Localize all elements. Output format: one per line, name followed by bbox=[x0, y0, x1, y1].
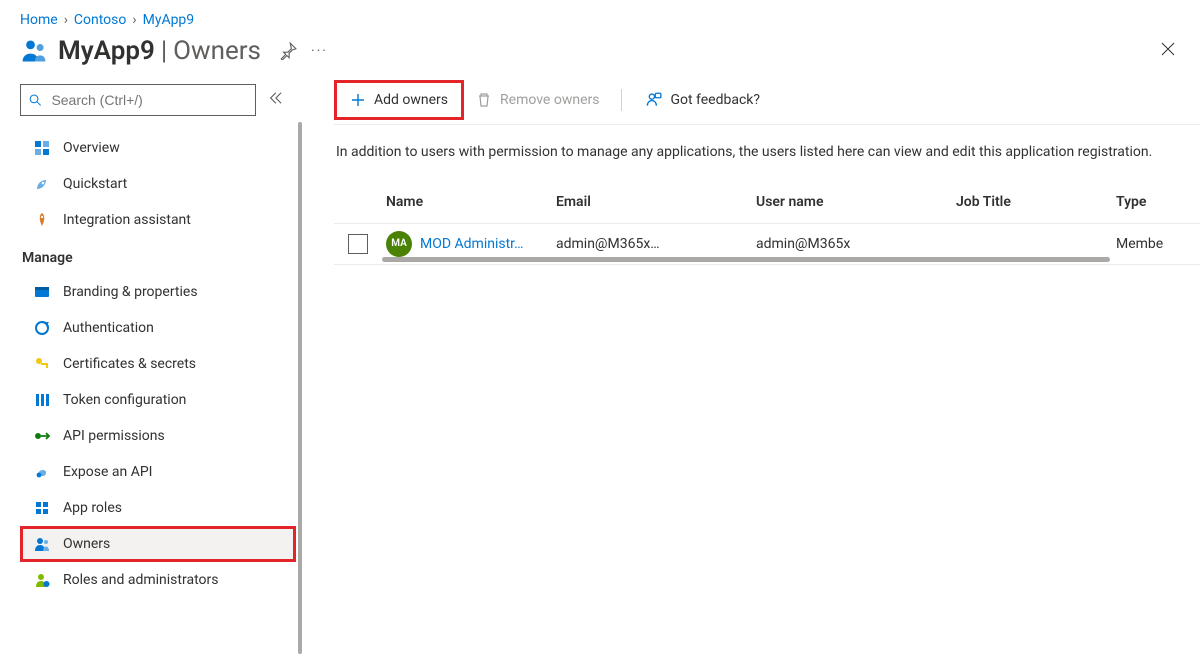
search-icon bbox=[29, 93, 41, 107]
chevron-right-icon: › bbox=[64, 12, 68, 28]
rocket-icon bbox=[33, 211, 51, 229]
sidebar: Overview Quickstart Integration assistan… bbox=[0, 76, 302, 654]
sidebar-item-integration[interactable]: Integration assistant bbox=[20, 202, 296, 238]
page-subtitle: Owners bbox=[173, 36, 261, 66]
sidebar-item-label: Certificates & secrets bbox=[63, 356, 196, 372]
row-checkbox[interactable] bbox=[348, 234, 368, 254]
horizontal-scrollbar[interactable] bbox=[382, 257, 1110, 262]
app-roles-icon bbox=[33, 499, 51, 517]
breadcrumb-app[interactable]: MyApp9 bbox=[143, 12, 195, 28]
sidebar-item-label: Branding & properties bbox=[63, 284, 198, 300]
collapse-sidebar-button[interactable] bbox=[268, 91, 282, 109]
sidebar-item-label: Authentication bbox=[63, 320, 154, 336]
owners-header-icon bbox=[20, 37, 48, 65]
more-icon[interactable]: ··· bbox=[311, 43, 328, 59]
overview-icon bbox=[33, 139, 51, 157]
sidebar-item-label: App roles bbox=[63, 500, 122, 516]
toolbar-separator bbox=[621, 89, 622, 111]
sidebar-item-label: Integration assistant bbox=[63, 212, 191, 228]
sidebar-item-label: Token configuration bbox=[63, 392, 186, 408]
sidebar-item-expose-api[interactable]: Expose an API bbox=[20, 454, 296, 490]
sidebar-item-overview[interactable]: Overview bbox=[20, 130, 296, 166]
owners-icon bbox=[33, 535, 51, 553]
roles-icon bbox=[33, 571, 51, 589]
sidebar-item-owners[interactable]: Owners bbox=[20, 526, 296, 562]
owner-name-link[interactable]: MOD Administr… bbox=[420, 236, 523, 252]
col-name[interactable]: Name bbox=[382, 194, 556, 210]
sidebar-item-token[interactable]: Token configuration bbox=[20, 382, 296, 418]
sidebar-item-authentication[interactable]: Authentication bbox=[20, 310, 296, 346]
add-owners-button[interactable]: Add owners bbox=[338, 84, 460, 116]
plus-icon bbox=[350, 92, 366, 108]
auth-icon bbox=[33, 319, 51, 337]
api-perm-icon bbox=[33, 427, 51, 445]
sidebar-item-branding[interactable]: Branding & properties bbox=[20, 274, 296, 310]
expose-icon bbox=[33, 463, 51, 481]
owner-username: admin@M365x bbox=[756, 236, 956, 252]
page-header: MyApp9 | Owners ··· bbox=[0, 32, 1200, 76]
feedback-icon bbox=[644, 91, 662, 109]
breadcrumb-home[interactable]: Home bbox=[20, 12, 58, 28]
sidebar-item-quickstart[interactable]: Quickstart bbox=[20, 166, 296, 202]
quickstart-icon bbox=[33, 175, 51, 193]
description-text: In addition to users with permission to … bbox=[334, 125, 1200, 181]
toolbar: Add owners Remove owners Got feedback? bbox=[334, 76, 1200, 125]
remove-owners-button[interactable]: Remove owners bbox=[464, 84, 611, 116]
close-icon[interactable] bbox=[1156, 37, 1180, 66]
sidebar-item-roles[interactable]: Roles and administrators bbox=[20, 562, 296, 598]
sidebar-section-manage: Manage bbox=[20, 238, 302, 274]
key-icon bbox=[33, 355, 51, 373]
sidebar-item-label: Roles and administrators bbox=[63, 572, 218, 588]
pin-icon[interactable] bbox=[279, 42, 297, 60]
sidebar-item-label: Quickstart bbox=[63, 176, 127, 192]
owner-type: Membe bbox=[1116, 236, 1196, 252]
sidebar-item-label: API permissions bbox=[63, 428, 165, 444]
breadcrumb: Home › Contoso › MyApp9 bbox=[0, 0, 1200, 32]
sidebar-item-app-roles[interactable]: App roles bbox=[20, 490, 296, 526]
sidebar-resize-handle[interactable] bbox=[298, 122, 302, 654]
page-title: MyApp9 bbox=[58, 36, 155, 66]
owners-table: Name Email User name Job Title Type MA M… bbox=[334, 181, 1200, 265]
col-user[interactable]: User name bbox=[756, 194, 956, 210]
main-content: Add owners Remove owners Got feedback? I… bbox=[302, 76, 1200, 654]
owner-email: admin@M365x… bbox=[556, 236, 756, 252]
col-type[interactable]: Type bbox=[1116, 194, 1196, 210]
sidebar-item-certificates[interactable]: Certificates & secrets bbox=[20, 346, 296, 382]
token-icon bbox=[33, 391, 51, 409]
avatar: MA bbox=[386, 231, 412, 257]
col-job[interactable]: Job Title bbox=[956, 194, 1116, 210]
sidebar-item-label: Owners bbox=[63, 536, 110, 552]
feedback-button[interactable]: Got feedback? bbox=[632, 84, 772, 116]
col-email[interactable]: Email bbox=[556, 194, 756, 210]
table-header: Name Email User name Job Title Type bbox=[334, 181, 1200, 224]
sidebar-item-label: Expose an API bbox=[63, 464, 152, 480]
search-input[interactable] bbox=[20, 84, 256, 116]
breadcrumb-tenant[interactable]: Contoso bbox=[74, 12, 126, 28]
branding-icon bbox=[33, 283, 51, 301]
trash-icon bbox=[476, 92, 492, 108]
sidebar-item-api-permissions[interactable]: API permissions bbox=[20, 418, 296, 454]
table-row[interactable]: MA MOD Administr… admin@M365x… admin@M36… bbox=[334, 224, 1200, 265]
chevron-right-icon: › bbox=[132, 12, 136, 28]
sidebar-item-label: Overview bbox=[63, 140, 120, 156]
